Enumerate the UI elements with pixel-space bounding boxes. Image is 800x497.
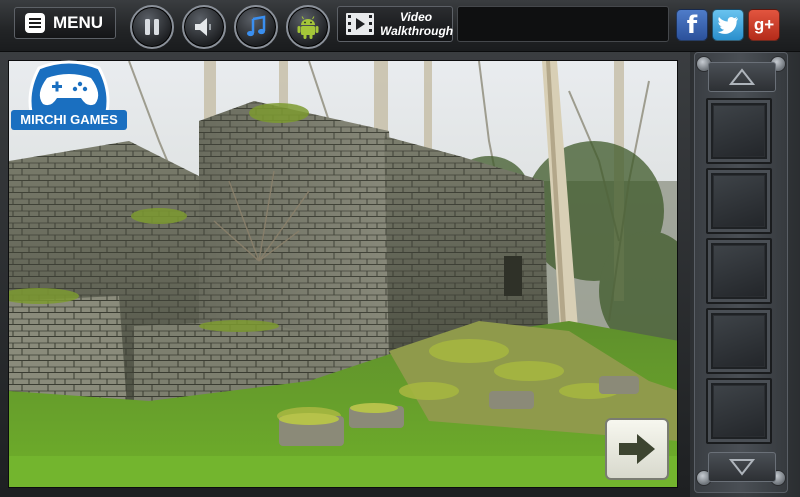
inventory-slot-1[interactable] — [706, 98, 772, 164]
google-plus-button[interactable]: g+ — [748, 9, 780, 41]
inventory-slot-5[interactable] — [706, 378, 772, 444]
sound-button[interactable] — [182, 5, 226, 49]
walkthrough-label-line1: Video — [399, 10, 433, 24]
music-note-icon — [247, 15, 266, 37]
android-button[interactable] — [286, 5, 330, 49]
walkthrough-label: Video Walkthrough — [380, 10, 454, 38]
twitter-bird-icon — [717, 16, 738, 34]
walkthrough-label-line2: Walkthrough — [380, 24, 454, 38]
google-plus-icon: g+ — [753, 15, 775, 34]
speaker-icon — [195, 18, 211, 36]
logo-text: MIRCHI GAMES — [11, 110, 127, 130]
pause-button[interactable] — [130, 5, 174, 49]
top-status-panel — [457, 6, 669, 42]
video-walkthrough-button[interactable]: Video Walkthrough — [337, 6, 453, 42]
next-scene-button[interactable] — [605, 418, 669, 480]
hamburger-icon — [25, 13, 45, 33]
inventory-slot-4[interactable] — [706, 308, 772, 374]
twitter-button[interactable] — [712, 9, 744, 41]
arrow-right-icon — [619, 434, 655, 464]
triangle-down-icon — [729, 459, 755, 476]
android-icon — [297, 16, 319, 39]
inventory-slot-3[interactable] — [706, 238, 772, 304]
pause-icon — [145, 19, 159, 35]
menu-button[interactable]: MENU — [14, 7, 116, 39]
film-play-icon — [346, 13, 374, 35]
facebook-button[interactable]: f — [676, 9, 708, 41]
triangle-up-icon — [729, 68, 755, 85]
music-button[interactable] — [234, 5, 278, 49]
inventory-scroll-up-button[interactable] — [708, 62, 776, 92]
inventory-scroll-down-button[interactable] — [708, 452, 776, 482]
inventory-slot-2[interactable] — [706, 168, 772, 234]
menu-label: MENU — [53, 13, 104, 32]
facebook-icon: f — [686, 11, 698, 39]
